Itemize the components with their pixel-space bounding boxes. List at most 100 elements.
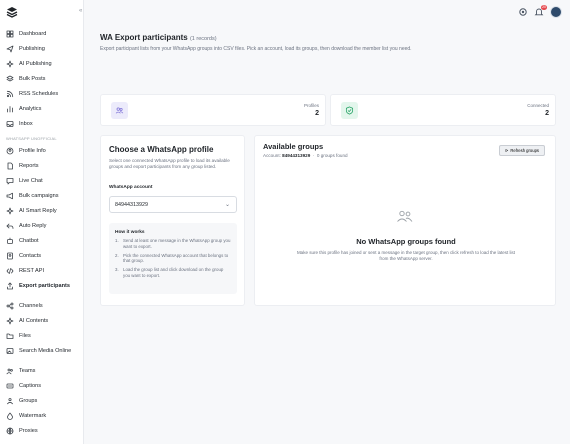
step-item: 1. Send at least one message in the Whats…: [115, 238, 231, 250]
export-icon: [7, 282, 13, 289]
sidebar-item-label: Reports: [19, 162, 39, 169]
sidebar-item-label: Channels: [19, 302, 43, 309]
chat-icon: [6, 177, 14, 184]
sidebar-item-label: Inbox: [19, 120, 33, 127]
sidebar-item-label: Chatbot: [19, 237, 39, 244]
stat-card-connected: Connected 2: [330, 94, 556, 126]
sidebar-item-bulk-posts[interactable]: Bulk Posts: [0, 71, 84, 86]
page-description: Export participant lists from your Whats…: [100, 46, 412, 52]
sidebar-nav: Dashboard Publishing AI Publishing Bulk Pos…: [0, 26, 84, 438]
sidebar-item-reports[interactable]: Reports: [0, 158, 84, 173]
how-it-works-steps: 1. Send at least one message in the Whats…: [115, 238, 231, 282]
account-prefix: Account:: [263, 153, 281, 158]
empty-state-title: No WhatsApp groups found: [356, 237, 456, 246]
sidebar-item-groups[interactable]: Groups: [0, 393, 84, 408]
available-groups-card: Available groups Account: 84944313929 · …: [254, 135, 556, 306]
step-item: 3. Load the group list and click download…: [115, 267, 231, 279]
sidebar-item-label: Groups: [19, 397, 38, 404]
sidebar-item-label: Publishing: [19, 45, 45, 52]
stat-label-profiles: Profiles: [303, 103, 319, 108]
sidebar-item-label: Export participants: [19, 282, 70, 289]
sidebar-item-chatbot[interactable]: Chatbot: [0, 233, 84, 248]
sparkle-icon: [6, 207, 14, 214]
sidebar-item-auto-reply[interactable]: Auto Reply: [0, 218, 84, 233]
profile-chooser-description: Select one connected WhatsApp profile to…: [109, 158, 230, 170]
step-number: 3.: [115, 267, 119, 273]
whatsapp-account-select[interactable]: 84944313929 ⌄: [109, 196, 237, 213]
sidebar-item-bulk-campaigns[interactable]: Bulk campaigns: [0, 188, 84, 203]
sidebar-item-label: Analytics: [19, 105, 42, 112]
sidebar-item-label: Auto Reply: [19, 222, 47, 229]
share-icon: [6, 302, 14, 309]
sidebar-item-channels[interactable]: Channels: [0, 298, 84, 313]
inbox-icon: [6, 120, 14, 127]
sidebar-item-label: Contacts: [19, 252, 42, 259]
sidebar-item-profile-info[interactable]: Profile Info: [0, 143, 84, 158]
sidebar-item-dashboard[interactable]: Dashboard: [0, 26, 84, 41]
dashboard-icon: [6, 30, 14, 37]
notification-bell-icon[interactable]: 20: [534, 5, 547, 17]
step-text: Pick the connected WhatsApp account that…: [123, 252, 229, 264]
code-icon: [6, 267, 14, 274]
sidebar-item-ai-publishing[interactable]: AI Publishing: [0, 56, 84, 71]
sidebar-item-export-participants[interactable]: Export participants: [0, 278, 84, 293]
stat-value-connected: 2: [545, 110, 549, 117]
contacts-icon: [7, 252, 13, 259]
file-icon: [7, 162, 13, 169]
how-it-works-title: How it works: [115, 230, 145, 235]
sidebar-item-label: REST API: [19, 267, 45, 274]
page-title-text: WA Export participants: [100, 33, 188, 42]
sidebar-item-ai-smart-reply[interactable]: AI Smart Reply: [0, 203, 84, 218]
account-number: 84944313929: [282, 153, 311, 158]
sparkle-icon: [6, 60, 14, 67]
sidebar: Dashboard Publishing AI Publishing Bulk Pos…: [0, 0, 84, 444]
sidebar-item-watermark[interactable]: Watermark: [0, 408, 84, 423]
sidebar-item-search-media-online[interactable]: Search Media Online: [0, 343, 84, 358]
sidebar-item-label: Dashboard: [19, 30, 47, 37]
sidebar-item-label: Bulk Posts: [19, 75, 46, 82]
image-search-icon: [6, 347, 14, 354]
notification-badge: 20: [541, 5, 547, 10]
profile-chooser-title: Choose a WhatsApp profile: [109, 145, 214, 154]
logo-icon[interactable]: [6, 6, 18, 18]
sidebar-item-analytics[interactable]: Analytics: [0, 101, 84, 116]
chevron-down-icon: ⌄: [224, 202, 230, 208]
sidebar-item-teams[interactable]: Teams: [0, 363, 84, 378]
settings-icon[interactable]: [518, 7, 528, 17]
rss-icon: [6, 90, 14, 97]
sidebar-item-files[interactable]: Files: [0, 328, 84, 343]
sidebar-item-captions[interactable]: Captions: [0, 378, 84, 393]
refresh-groups-label: Refresh groups: [510, 148, 539, 153]
stat-label-connected: Connected: [527, 103, 549, 108]
sidebar-item-label: AI Publishing: [19, 60, 52, 67]
sidebar-item-label: Watermark: [19, 412, 47, 419]
selected-account-value: 84944313929: [115, 202, 148, 208]
collapse-sidebar-icon[interactable]: «: [79, 8, 82, 14]
folder-icon: [6, 333, 14, 339]
user-avatar[interactable]: [550, 6, 562, 18]
bot-icon: [7, 237, 13, 244]
step-text: Send at least one message in the WhatsAp…: [123, 238, 231, 249]
sidebar-item-label: Teams: [19, 367, 36, 374]
sidebar-item-rss-schedules[interactable]: RSS Schedules: [0, 86, 84, 101]
sidebar-item-live-chat[interactable]: Live Chat: [0, 173, 84, 188]
available-groups-subtitle: Account: 84944313929 · 0 groups found: [263, 153, 348, 158]
layers-icon: [6, 75, 14, 81]
sidebar-section-label: WHATSAPP UNOFFICIAL: [6, 136, 57, 141]
sidebar-item-proxies[interactable]: Proxies: [0, 423, 84, 438]
groups-found-count: 0 groups found: [316, 153, 348, 158]
chart-icon: [7, 105, 13, 112]
sidebar-item-label: AI Smart Reply: [19, 207, 57, 214]
sidebar-item-rest-api[interactable]: REST API: [0, 263, 84, 278]
sidebar-item-publishing[interactable]: Publishing: [0, 41, 84, 56]
profile-chooser-card: Choose a WhatsApp profile Select one con…: [100, 135, 245, 306]
sidebar-item-ai-contents[interactable]: AI Contents: [0, 313, 84, 328]
reply-icon: [6, 223, 14, 229]
sidebar-item-contacts[interactable]: Contacts: [0, 248, 84, 263]
page-title: WA Export participants (1 records): [100, 33, 217, 42]
sidebar-item-label: RSS Schedules: [19, 90, 59, 97]
record-count: (1 records): [189, 36, 217, 42]
refresh-groups-button[interactable]: ⟳ Refresh groups: [498, 145, 545, 156]
whatsapp-account-label: WhatsApp account: [109, 185, 153, 190]
sidebar-item-inbox[interactable]: Inbox: [0, 116, 84, 131]
